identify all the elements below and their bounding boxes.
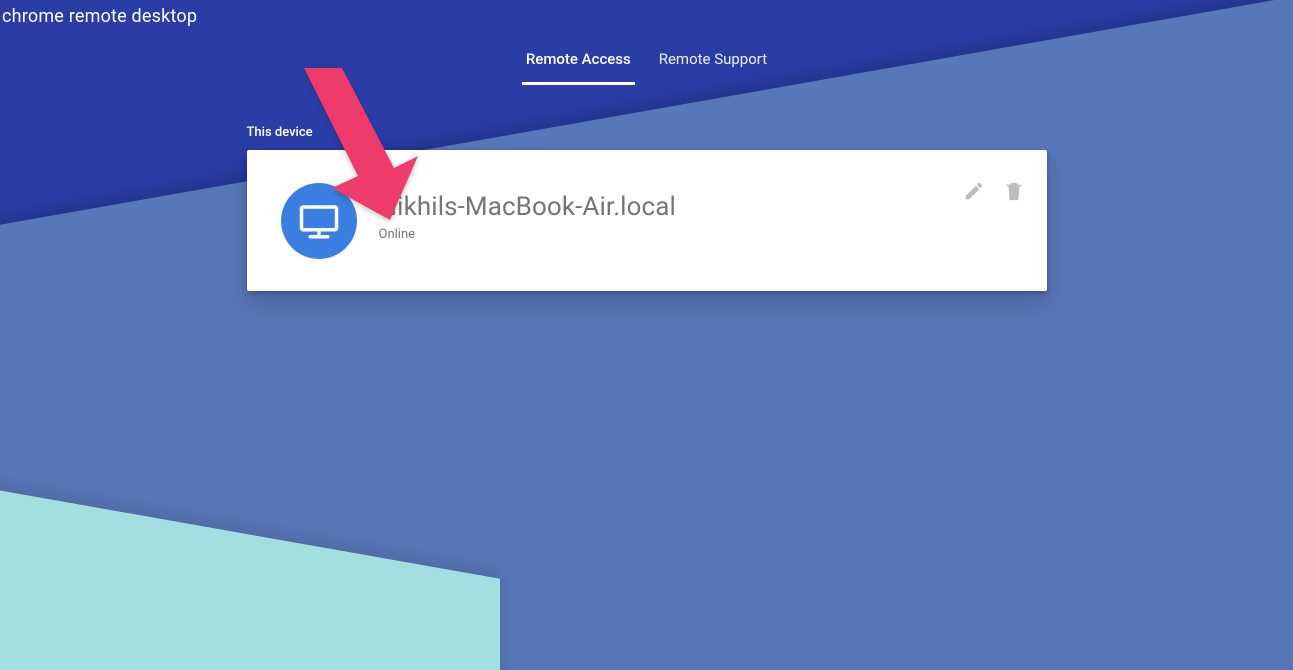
tabs: Remote Access Remote Support — [0, 27, 1293, 85]
tab-remote-support[interactable]: Remote Support — [655, 50, 771, 85]
this-device-section: This device Nikhils-MacBook-Air.local On… — [247, 125, 1047, 291]
app-title: chrome remote desktop — [0, 0, 1293, 27]
card-actions — [963, 180, 1025, 202]
trash-icon[interactable] — [1003, 180, 1025, 202]
device-status: Online — [379, 227, 963, 242]
device-text: Nikhils-MacBook-Air.local Online — [379, 193, 963, 242]
device-name: Nikhils-MacBook-Air.local — [379, 193, 963, 223]
monitor-icon — [281, 183, 357, 259]
section-label: This device — [247, 125, 1047, 140]
pencil-icon[interactable] — [963, 180, 985, 202]
device-card[interactable]: Nikhils-MacBook-Air.local Online — [247, 150, 1047, 291]
tab-remote-access[interactable]: Remote Access — [522, 50, 635, 85]
